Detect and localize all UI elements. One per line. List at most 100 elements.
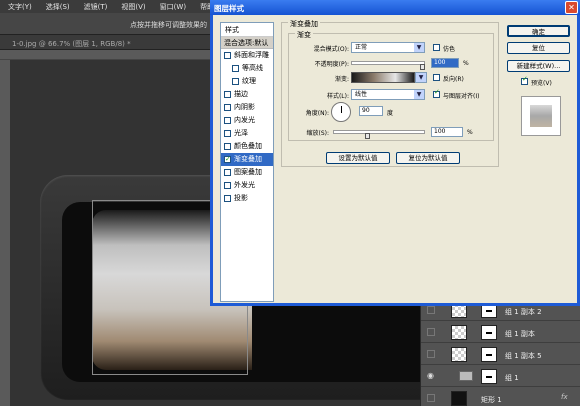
layer-group-row[interactable]: ◉ 组 1 <box>421 366 580 387</box>
ruler-horizontal <box>0 50 210 60</box>
style-checkbox[interactable] <box>224 169 231 176</box>
layer-name: 组 1 副本 2 <box>505 308 542 316</box>
preview-label: 预览(V) <box>531 80 552 87</box>
ruler-vertical <box>0 60 10 406</box>
layer-row[interactable]: 组 1 副本 <box>421 322 580 343</box>
menu-type[interactable]: 文字(Y) <box>8 2 32 12</box>
dither-checkbox[interactable] <box>433 44 440 51</box>
style-checkbox[interactable] <box>224 143 231 150</box>
new-style-button[interactable]: 新建样式(W)... <box>507 60 570 72</box>
gradient-style-select[interactable]: 线性 ▼ <box>351 89 425 100</box>
blend-options-item[interactable]: 混合选项:默认 <box>221 37 273 49</box>
style-checkbox[interactable] <box>224 91 231 98</box>
fx-icon[interactable]: fx <box>561 393 568 401</box>
scale-slider-thumb[interactable] <box>365 133 370 139</box>
style-checkbox[interactable] <box>224 195 231 202</box>
opacity-slider-thumb[interactable] <box>420 64 425 70</box>
style-item-outer-glow[interactable]: 外发光 <box>221 179 273 192</box>
style-checkbox[interactable] <box>232 78 239 85</box>
style-checkbox[interactable] <box>224 117 231 124</box>
layer-style-dialog: 图层样式 ✕ 样式 混合选项:默认 斜面和浮雕 等高线 纹理 描边 内阴影 内发… <box>210 0 580 306</box>
reset-button[interactable]: 复位 <box>507 42 570 54</box>
style-label: 光泽 <box>234 129 248 137</box>
chevron-down-icon: ▼ <box>414 90 424 99</box>
preview-checkbox[interactable] <box>521 75 528 85</box>
chevron-down-icon: ▼ <box>414 43 424 52</box>
panel-title: 渐变叠加 <box>288 19 320 29</box>
close-icon[interactable]: ✕ <box>565 1 578 14</box>
eye-icon[interactable]: ◉ <box>427 371 435 380</box>
menu-filter[interactable]: 滤镜(T) <box>84 2 108 12</box>
layer-row[interactable]: 组 1 副本 5 <box>421 344 580 365</box>
style-label: 斜面和浮雕 <box>234 51 269 59</box>
menu-window[interactable]: 窗口(W) <box>160 2 186 12</box>
style-label: 纹理 <box>242 77 256 85</box>
style-item-texture[interactable]: 纹理 <box>221 75 273 88</box>
visibility-toggle[interactable] <box>427 350 435 358</box>
style-item-gradient-overlay[interactable]: 渐变叠加 <box>221 153 273 166</box>
style-item-inner-glow[interactable]: 内发光 <box>221 114 273 127</box>
style-checkbox[interactable] <box>224 104 231 111</box>
visibility-toggle[interactable] <box>427 394 435 402</box>
layer-mask-thumbnail <box>481 347 497 362</box>
dialog-titlebar[interactable]: 图层样式 ✕ <box>210 0 580 15</box>
style-item-contour[interactable]: 等高线 <box>221 62 273 75</box>
layer-name: 组 1 副本 <box>505 330 535 338</box>
menu-view[interactable]: 视图(V) <box>121 2 145 12</box>
gradient-style-value: 线性 <box>355 91 368 98</box>
style-checkbox[interactable] <box>232 65 239 72</box>
gradient-swatch[interactable] <box>351 72 415 83</box>
style-item-drop-shadow[interactable]: 投影 <box>221 192 273 205</box>
set-default-button[interactable]: 设置为默认值 <box>326 152 390 164</box>
document-tab[interactable]: 1-0.jpg @ 66.7% (图层 1, RGB/8) * <box>12 39 131 49</box>
visibility-toggle[interactable] <box>427 328 435 336</box>
layer-name: 组 1 <box>505 374 519 382</box>
style-item-inner-shadow[interactable]: 内阴影 <box>221 101 273 114</box>
style-label: 投影 <box>234 194 248 202</box>
style-checkbox[interactable] <box>224 130 231 137</box>
opacity-label: 不透明度(P): <box>314 61 349 68</box>
style-item-color-overlay[interactable]: 颜色叠加 <box>221 140 273 153</box>
angle-input[interactable]: 90 <box>359 106 383 116</box>
reset-default-button[interactable]: 复位为默认值 <box>396 152 460 164</box>
angle-label: 角度(N): <box>305 110 329 117</box>
layer-row[interactable]: 矩形 1 fx <box>421 388 580 406</box>
gradient-picker-dropdown[interactable]: ▼ <box>415 72 427 83</box>
opacity-slider[interactable] <box>351 61 425 65</box>
style-label: 内阴影 <box>234 103 255 111</box>
style-preview-thumbnail <box>521 96 561 136</box>
style-item-pattern-overlay[interactable]: 图案叠加 <box>221 166 273 179</box>
options-hint: 点按并拖移可调整效果的 <box>130 21 207 29</box>
style-label: 描边 <box>234 90 248 98</box>
styles-header[interactable]: 样式 <box>221 23 273 37</box>
style-checkbox[interactable] <box>224 52 231 59</box>
folder-icon <box>459 371 473 381</box>
style-checkbox[interactable] <box>224 153 231 166</box>
ok-button[interactable]: 确定 <box>507 25 570 37</box>
visibility-toggle[interactable] <box>427 306 435 314</box>
layer-mask-thumbnail <box>481 369 497 384</box>
gradient-overlay-panel: 渐变叠加 渐变 混合模式(O): 正常 ▼ 仿色 不透明度(P): 100 % … <box>281 19 499 167</box>
gradient-group: 渐变 混合模式(O): 正常 ▼ 仿色 不透明度(P): 100 % 渐变: ▼… <box>288 30 494 141</box>
menu-select[interactable]: 选择(S) <box>46 2 70 12</box>
reverse-checkbox[interactable] <box>433 74 440 81</box>
layers-panel: 组 1 副本 2 组 1 副本 组 1 副本 5 ◉ 组 1 矩形 1 fx <box>420 300 580 406</box>
dither-label: 仿色 <box>443 46 456 53</box>
dialog-title: 图层样式 <box>214 4 244 13</box>
style-label: 图案叠加 <box>234 168 262 176</box>
document-tab-bar: 1-0.jpg @ 66.7% (图层 1, RGB/8) * <box>0 35 210 50</box>
style-checkbox[interactable] <box>224 182 231 189</box>
scale-input[interactable]: 100 <box>431 127 463 137</box>
angle-dial[interactable] <box>331 102 351 122</box>
layer-thumbnail <box>451 391 467 406</box>
scale-slider[interactable] <box>333 130 425 134</box>
style-item-bevel[interactable]: 斜面和浮雕 <box>221 49 273 62</box>
layer-name: 组 1 副本 5 <box>505 352 542 360</box>
blend-mode-select[interactable]: 正常 ▼ <box>351 42 425 53</box>
style-item-satin[interactable]: 光泽 <box>221 127 273 140</box>
chevron-down-icon: ▼ <box>416 73 426 82</box>
opacity-input[interactable]: 100 <box>431 58 459 68</box>
style-item-stroke[interactable]: 描边 <box>221 88 273 101</box>
align-with-layer-label: 与图层对齐(I) <box>443 93 480 100</box>
align-with-layer-checkbox[interactable] <box>433 88 440 98</box>
